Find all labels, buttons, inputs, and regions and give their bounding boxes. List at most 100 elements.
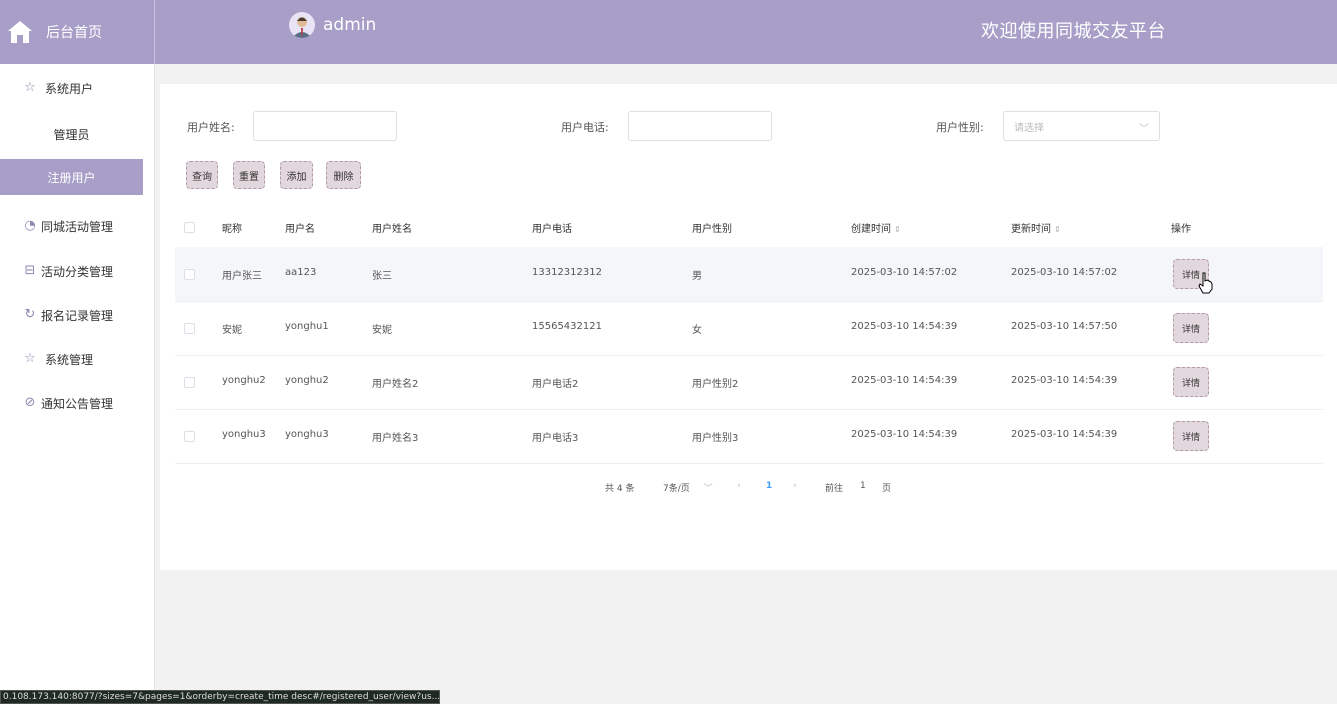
sidebar-item-registrations[interactable]: ↻ 报名记录管理 (0, 298, 154, 332)
sidebar-item-admin[interactable]: 管理员 (0, 116, 143, 152)
row-checkbox[interactable] (184, 323, 195, 334)
sidebar-item-label: 管理员 (53, 127, 90, 142)
cell-phone: 15565432121 (532, 321, 602, 332)
cell-nickname: yonghu3 (222, 429, 266, 440)
cell-gender: 用户性别2 (692, 379, 739, 390)
header-gender: 用户性别 (692, 224, 732, 235)
status-bar-url: 0.108.173.140:8077/?sizes=7&pages=1&orde… (0, 690, 440, 704)
table-row[interactable]: yonghu2 yonghu2 用户姓名2 用户电话2 用户性别2 2025-0… (175, 355, 1323, 410)
sidebar-item-label: 同城活动管理 (41, 219, 114, 234)
top-header: 后台首页 admin 欢迎使用同城交友平台 (0, 0, 1337, 64)
name-input[interactable] (253, 111, 397, 141)
row-checkbox[interactable] (184, 269, 195, 280)
header-updated[interactable]: 更新时间 ⇕ (1011, 220, 1061, 235)
cell-created: 2025-03-10 14:54:39 (851, 375, 958, 386)
next-page-icon[interactable]: › (793, 481, 797, 491)
sidebar-item-activity-categories[interactable]: ⊟ 活动分类管理 (0, 254, 154, 288)
cell-created: 2025-03-10 14:54:39 (851, 321, 958, 332)
header-phone: 用户电话 (532, 224, 572, 235)
compass-icon: ⊘ (24, 395, 36, 410)
add-button[interactable]: 添加 (280, 161, 313, 189)
home-link[interactable]: 后台首页 (0, 0, 155, 64)
cell-updated: 2025-03-10 14:54:39 (1011, 429, 1118, 440)
star-icon: ☆ (24, 351, 36, 366)
home-label[interactable]: 后台首页 (46, 22, 102, 42)
home-icon[interactable] (6, 18, 34, 46)
header-username: 用户名 (285, 224, 315, 235)
table-row[interactable]: yonghu3 yonghu3 用户姓名3 用户电话3 用户性别3 2025-0… (175, 409, 1323, 464)
header-nickname: 昵称 (222, 224, 242, 235)
sidebar-item-label: 活动分类管理 (41, 264, 114, 279)
chevron-down-icon: ﹀ (703, 484, 713, 494)
cell-updated: 2025-03-10 14:57:02 (1011, 267, 1118, 278)
sort-icon[interactable]: ⇕ (1054, 225, 1061, 234)
chevron-down-icon: ﹀ (1139, 124, 1149, 135)
prev-page-icon[interactable]: ‹ (737, 481, 741, 491)
gender-select-placeholder: 请选择 (1014, 122, 1044, 134)
reset-button[interactable]: 重置 (233, 161, 265, 189)
sort-icon[interactable]: ⇕ (894, 225, 901, 234)
cell-gender: 用户性别3 (692, 433, 739, 444)
sidebar-item-label: 系统管理 (45, 352, 94, 367)
cell-username: aa123 (285, 267, 317, 278)
page-number-current[interactable]: 1 (766, 481, 772, 491)
cell-nickname: 安妮 (222, 325, 242, 336)
cell-realname: 安妮 (372, 325, 392, 336)
welcome-title: 欢迎使用同城交友平台 (981, 21, 1166, 42)
cell-nickname: 用户张三 (222, 271, 262, 282)
delete-button[interactable]: 删除 (326, 161, 361, 189)
cell-phone: 13312312312 (532, 267, 602, 278)
cell-updated: 2025-03-10 14:57:50 (1011, 321, 1118, 332)
query-button[interactable]: 查询 (186, 161, 218, 189)
detail-button[interactable]: 详情 (1173, 313, 1209, 343)
cell-updated: 2025-03-10 14:54:39 (1011, 375, 1118, 386)
main-panel: 用户姓名: 用户电话: 用户性别: 请选择 ﹀ 查询 重置 添加 删除 昵称 用… (160, 84, 1337, 570)
cell-nickname: yonghu2 (222, 375, 266, 386)
cell-realname: 张三 (372, 271, 392, 282)
sidebar-item-label: 报名记录管理 (41, 308, 114, 323)
header-updated-label: 更新时间 (1011, 224, 1051, 235)
cell-gender: 女 (692, 325, 702, 336)
cell-phone: 用户电话3 (532, 433, 579, 444)
select-all-checkbox[interactable] (184, 222, 195, 233)
gift-icon: ⊟ (24, 263, 36, 278)
refresh-icon: ↻ (24, 307, 36, 322)
sidebar-item-registered-users[interactable]: 注册用户 (0, 159, 143, 195)
header-realname: 用户姓名 (372, 224, 412, 235)
star-icon: ☆ (24, 80, 36, 95)
phone-label: 用户电话: (561, 121, 609, 134)
sidebar-item-system-management[interactable]: ☆ 系统管理 (0, 342, 154, 376)
table-row[interactable]: 用户张三 aa123 张三 13312312312 男 2025-03-10 1… (175, 247, 1323, 302)
cell-username: yonghu1 (285, 321, 329, 332)
cell-created: 2025-03-10 14:57:02 (851, 267, 958, 278)
header-created[interactable]: 创建时间 ⇕ (851, 220, 901, 235)
sidebar-item-system-users[interactable]: ☆ 系统用户 (0, 71, 154, 105)
row-checkbox[interactable] (184, 431, 195, 442)
cell-username: yonghu3 (285, 429, 329, 440)
sidebar-item-label: 系统用户 (45, 81, 94, 96)
row-checkbox[interactable] (184, 377, 195, 388)
table-row[interactable]: 安妮 yonghu1 安妮 15565432121 女 2025-03-10 1… (175, 301, 1323, 356)
cell-username: yonghu2 (285, 375, 329, 386)
sidebar-item-label: 通知公告管理 (41, 396, 114, 411)
detail-button[interactable]: 详情 (1173, 421, 1209, 451)
sidebar: ☆ 系统用户 管理员 注册用户 ◔ 同城活动管理 ⊟ 活动分类管理 ↻ 报名记录… (0, 64, 155, 700)
phone-input[interactable] (628, 111, 772, 141)
goto-prefix: 前往 (825, 484, 844, 494)
page-size-value: 7条/页 (663, 484, 690, 494)
page-size-select[interactable]: 7条/页 ﹀ (663, 481, 713, 494)
header-created-label: 创建时间 (851, 224, 891, 235)
goto-page-input[interactable]: 1 (860, 481, 866, 491)
cell-gender: 男 (692, 271, 702, 282)
gender-label: 用户性别: (936, 121, 984, 134)
goto-suffix: 页 (882, 484, 892, 494)
user-info[interactable]: admin (289, 12, 376, 38)
avatar[interactable] (289, 12, 315, 38)
gender-select[interactable]: 请选择 ﹀ (1003, 111, 1160, 141)
detail-button[interactable]: 详情 (1173, 367, 1209, 397)
name-label: 用户姓名: (187, 121, 235, 134)
sidebar-item-activities[interactable]: ◔ 同城活动管理 (0, 209, 154, 243)
sidebar-item-notices[interactable]: ⊘ 通知公告管理 (0, 386, 154, 420)
cell-phone: 用户电话2 (532, 379, 579, 390)
cell-realname: 用户姓名3 (372, 433, 419, 444)
